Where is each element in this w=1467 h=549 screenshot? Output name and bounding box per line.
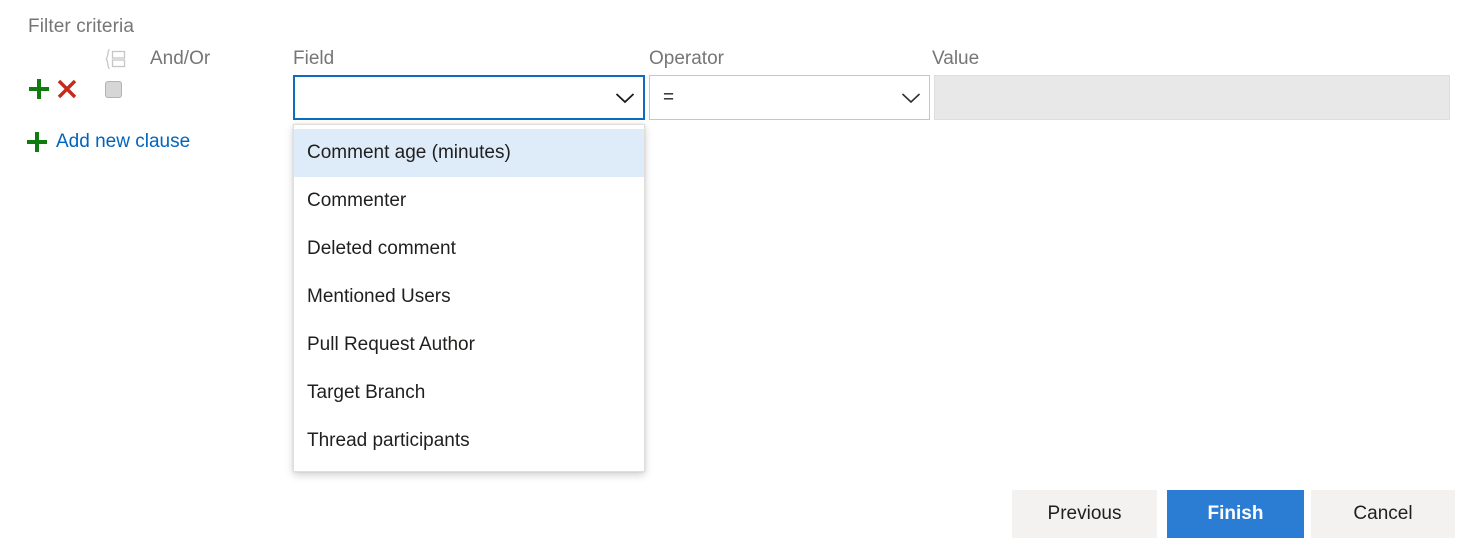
page-title: Filter criteria xyxy=(28,16,135,37)
add-new-clause-button[interactable]: Add new clause xyxy=(26,128,190,156)
chevron-down-icon[interactable] xyxy=(613,77,643,118)
plus-icon xyxy=(26,130,48,154)
finish-button[interactable]: Finish xyxy=(1167,490,1304,538)
list-item[interactable]: Commenter xyxy=(294,177,644,225)
cancel-button[interactable]: Cancel xyxy=(1311,490,1455,538)
group-clause-icon xyxy=(104,48,128,70)
operator-combobox-value: = xyxy=(663,86,675,108)
list-item[interactable]: Mentioned Users xyxy=(294,273,644,321)
operator-combobox[interactable]: = xyxy=(649,75,930,120)
list-item[interactable]: Deleted comment xyxy=(294,225,644,273)
group-clause-checkbox[interactable] xyxy=(105,81,122,98)
column-header-andor: And/Or xyxy=(150,48,211,69)
field-dropdown-list[interactable]: Comment age (minutes) Commenter Deleted … xyxy=(293,124,645,472)
list-item[interactable]: Comment age (minutes) xyxy=(294,129,644,177)
add-new-clause-label: Add new clause xyxy=(56,131,191,152)
list-item[interactable]: Pull Request Author xyxy=(294,321,644,369)
list-item[interactable]: Thread participants xyxy=(294,417,644,465)
previous-button[interactable]: Previous xyxy=(1012,490,1157,538)
add-clause-row-icon[interactable] xyxy=(28,77,50,101)
list-item[interactable]: Target Branch xyxy=(294,369,644,417)
delete-clause-row-icon[interactable] xyxy=(56,78,78,100)
column-header-field: Field xyxy=(293,48,335,69)
chevron-down-icon[interactable] xyxy=(899,76,929,119)
value-input xyxy=(934,75,1450,120)
column-header-value: Value xyxy=(932,48,980,69)
field-combobox[interactable] xyxy=(293,75,645,120)
column-header-operator: Operator xyxy=(649,48,724,69)
